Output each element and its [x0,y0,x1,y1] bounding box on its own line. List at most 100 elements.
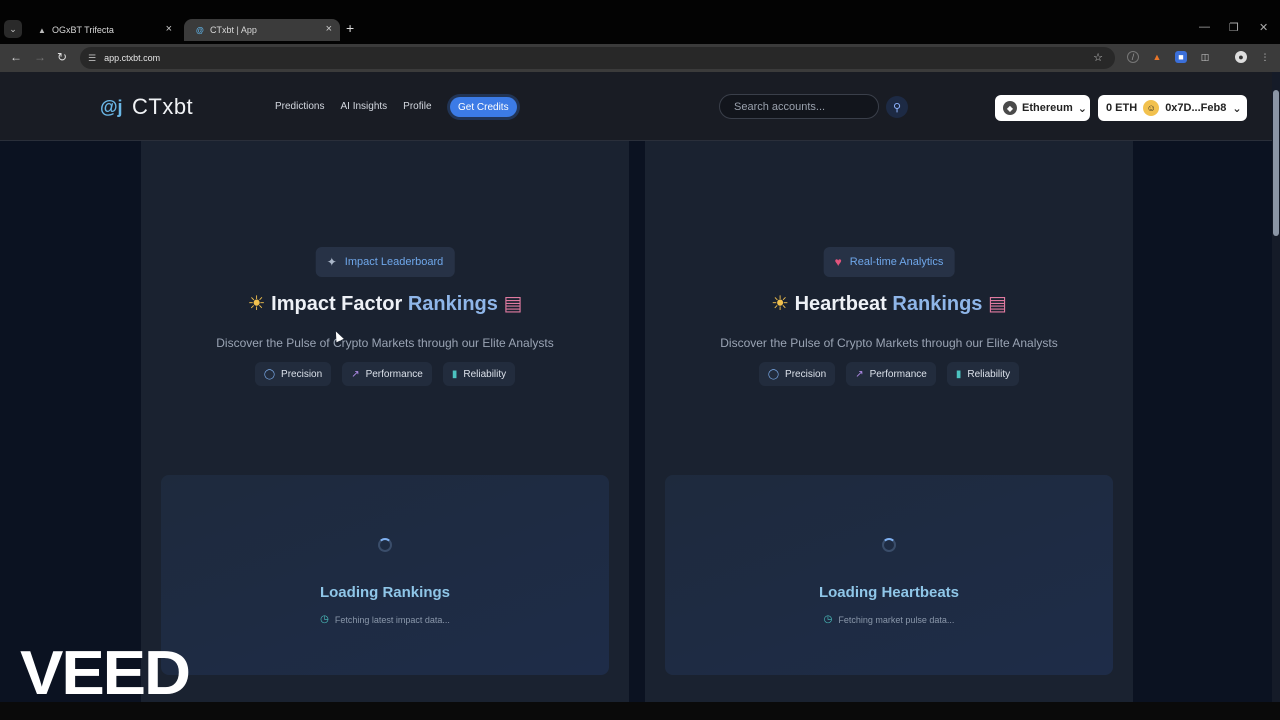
ctxbt-logo-icon: @j [100,96,123,117]
chip-label: Reliability [967,368,1011,380]
site-settings-icon[interactable]: ☰ [88,53,96,64]
loading-spinner-icon [378,538,392,552]
forward-arrow-icon[interactable]: → [34,50,46,64]
loading-subtitle: ◷ Fetching latest impact data... [161,614,609,625]
reload-icon[interactable]: ↻ [57,50,67,64]
bottom-strip [0,702,1280,720]
nav-profile[interactable]: Profile [403,101,431,112]
chip-reliability: ▮ Reliability [442,362,516,386]
ethereum-icon: ◆ [1003,101,1017,115]
card-title: ☀ Impact Factor Rankings ▤ [141,291,629,316]
chip-label: Performance [365,368,423,380]
veed-watermark: VEED [20,639,191,708]
trending-up-icon: ↗ [351,368,360,380]
bar-chart-emoji-icon: ▤ [503,293,523,315]
logo-text: CTxbt [132,94,194,119]
feature-chips: ◯ Precision ↗ Performance ▮ Reliability [141,362,629,386]
wallet-address: 0x7D...Feb8 [1165,102,1227,114]
loading-panel: Loading Heartbeats ◷ Fetching market pul… [665,475,1113,675]
title-main: Impact Factor [271,293,403,315]
loading-subtitle-text: Fetching latest impact data... [334,614,450,625]
real-time-analytics-badge: ♥ Real-time Analytics [823,247,955,277]
main-nav: Predictions AI Insights Profile [275,101,432,112]
loading-title: Loading Heartbeats [818,584,960,601]
url-text: app.ctxbt.com [104,53,161,63]
heartbeat-rankings-card: ♥ Real-time Analytics ☀ Heartbeat Rankin… [645,141,1133,702]
feature-chips: ◯ Precision ↗ Performance ▮ Reliability [645,362,1133,386]
tab-search-chevron-icon[interactable]: ⌄ [4,20,22,38]
minimize-icon[interactable]: — [1199,21,1210,33]
web-page: @j CTxbt Predictions AI Insights Profile… [0,72,1280,702]
ctxbt-logo-icon: @ [196,25,204,35]
chain-name: Ethereum [1022,102,1073,114]
chip-label: Performance [869,368,927,380]
sun-emoji-icon: ☀ [771,293,790,315]
back-arrow-icon[interactable]: ← [10,50,22,64]
close-tab-icon[interactable]: × [326,23,332,35]
app-header: @j CTxbt Predictions AI Insights Profile… [0,72,1272,141]
search-icon[interactable]: ⚲ [886,96,908,118]
browser-tab-bar: ⌄ ▲ OGxBT Trifecta × @ CTxbt | App × + —… [0,0,1280,44]
nav-predictions[interactable]: Predictions [275,101,324,112]
chain-selector-button[interactable]: ◆ Ethereum ⌄ [995,95,1090,121]
chip-reliability: ▮ Reliability [946,362,1020,386]
title-main: Heartbeat [794,293,887,315]
browser-tab[interactable]: ▲ OGxBT Trifecta × [26,19,180,41]
badge-label: Real-time Analytics [849,256,944,268]
magic-wand-icon: ✦ [326,255,337,269]
chevron-down-icon: ⌄ [1077,102,1087,115]
restore-icon[interactable]: ❐ [1229,21,1239,34]
badge-label: Impact Leaderboard [344,256,444,268]
clock-icon: ◷ [320,614,329,625]
heart-icon: ♥ [834,255,842,269]
impact-leaderboard-badge: ✦ Impact Leaderboard [315,247,455,277]
award-icon: ◯ [767,368,780,380]
nav-ai-insights[interactable]: AI Insights [340,101,387,112]
card-subtitle: Discover the Pulse of Crypto Markets thr… [216,336,554,350]
metamask-fox-icon[interactable]: ▲ [1151,51,1163,63]
card-title: ☀ Heartbeat Rankings ▤ [645,291,1133,316]
bar-chart-emoji-icon: ▤ [988,293,1007,315]
extension-icon[interactable]: / [1127,51,1139,63]
kebab-menu-icon[interactable]: ⋮ [1259,51,1271,63]
card-subtitle: Discover the Pulse of Crypto Markets thr… [720,336,1058,350]
close-tab-icon[interactable]: × [166,23,172,35]
tab-title: OGxBT Trifecta [52,25,114,35]
chevron-down-icon: ⌄ [1232,102,1242,115]
triangle-icon: ▲ [38,25,46,35]
award-icon: ◯ [263,368,276,380]
chip-label: Reliability [463,368,507,380]
scroll-thumb[interactable] [1273,90,1279,236]
browser-tab-active[interactable]: @ CTxbt | App × [184,19,340,41]
loading-panel: Loading Rankings ◷ Fetching latest impac… [161,475,609,675]
loading-subtitle-text: Fetching market pulse data... [838,614,955,625]
browser-toolbar: ← → ↻ ☰ app.ctxbt.com ☆ / ▲ ■ ◫ ● ⋮ [0,44,1280,72]
wallet-avatar-icon: ☺ [1143,100,1160,116]
wallet-balance: 0 ETH [1106,102,1138,114]
chip-precision: ◯ Precision [758,362,836,386]
search-input[interactable]: Search accounts... [719,94,879,119]
loading-spinner-icon [882,538,896,552]
chip-label: Precision [281,368,323,380]
puzzle-extensions-icon[interactable]: ◫ [1199,51,1211,63]
close-window-icon[interactable]: ✕ [1259,21,1268,34]
profile-avatar-icon[interactable]: ● [1235,51,1247,63]
wallet-button[interactable]: 0 ETH ☺ 0x7D...Feb8 ⌄ [1098,95,1247,121]
new-tab-plus-icon[interactable]: + [346,20,354,36]
clock-icon: ◷ [823,614,833,625]
sun-emoji-icon: ☀ [247,293,266,315]
bookmark-star-icon[interactable]: ☆ [1093,51,1103,64]
page-scrollbar[interactable] [1272,72,1280,702]
shield-extension-icon[interactable]: ■ [1175,51,1187,63]
bar-chart-icon: ▮ [451,368,458,380]
loading-subtitle: ◷ Fetching market pulse data... [665,614,1113,625]
address-bar[interactable]: ☰ app.ctxbt.com ☆ [80,47,1115,69]
chip-precision: ◯ Precision [254,362,332,386]
bar-chart-icon: ▮ [955,368,962,380]
impact-rankings-card: ✦ Impact Leaderboard ☀ Impact Factor Ran… [141,141,629,702]
get-credits-button[interactable]: Get Credits [450,97,517,117]
chip-performance: ↗ Performance [342,362,432,386]
title-accent: Rankings [407,293,498,315]
app-logo[interactable]: @j CTxbt [100,94,193,120]
title-accent: Rankings [892,293,983,315]
